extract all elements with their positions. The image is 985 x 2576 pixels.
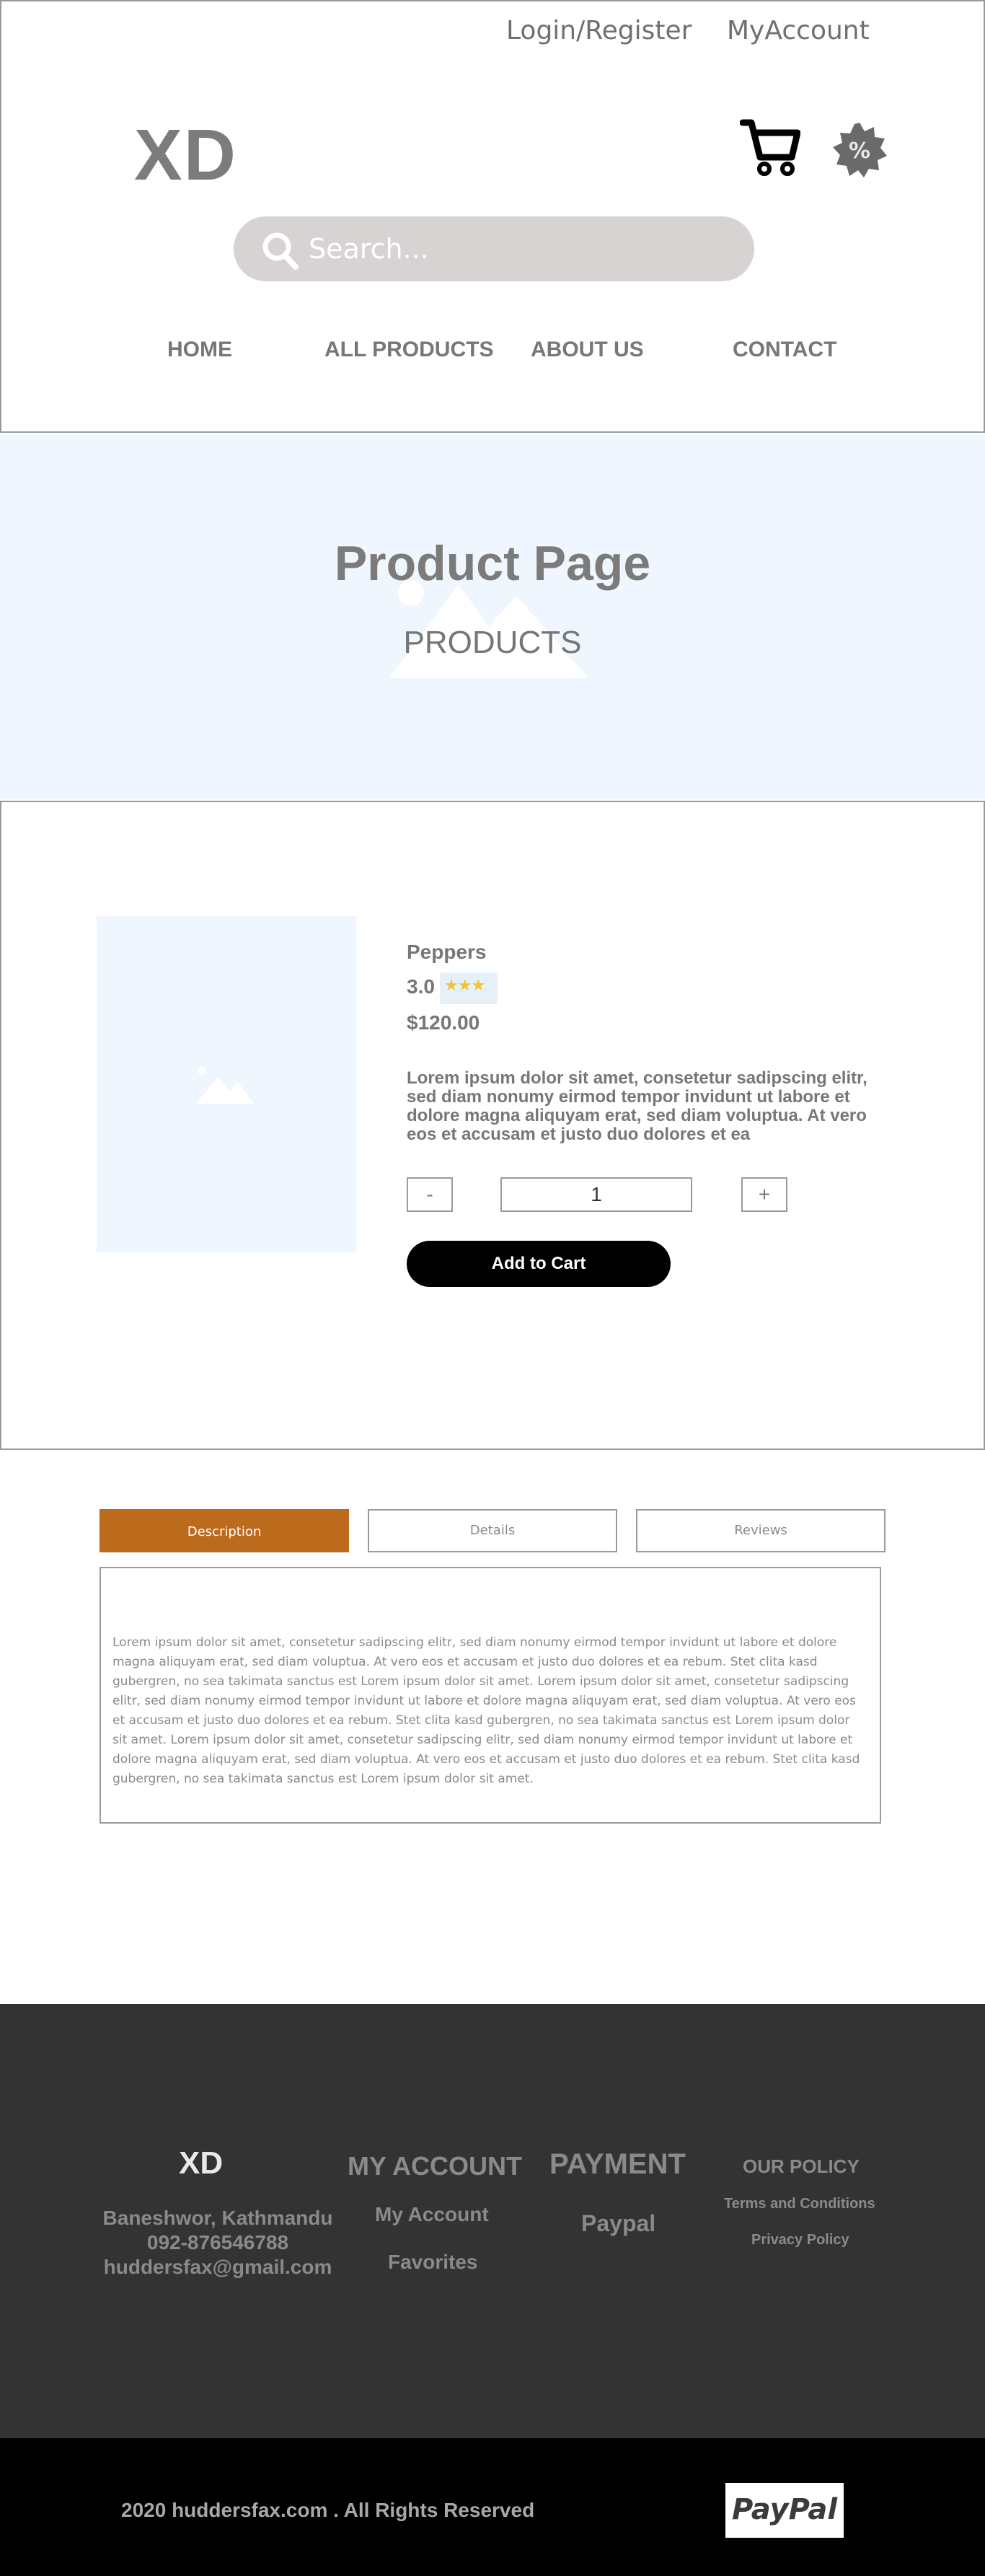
cart-icon[interactable] bbox=[740, 115, 800, 177]
product-rating: 3.0 bbox=[407, 975, 435, 998]
footer-link-terms[interactable]: Terms and Conditions bbox=[724, 2196, 875, 2212]
footer-phone: 092-876546788 bbox=[146, 2231, 289, 2254]
footer-link-my-account[interactable]: My Account bbox=[375, 2203, 489, 2226]
footer-contact: Baneshwor, Kathmandu 092-876546788 hudde… bbox=[95, 2206, 340, 2280]
login-register-link[interactable]: Login/Register bbox=[506, 16, 692, 45]
product-name: Peppers bbox=[407, 941, 487, 963]
product-description: Lorem ipsum dolor sit amet, consetetur s… bbox=[407, 1068, 867, 1144]
tab-description[interactable]: Description bbox=[100, 1509, 349, 1552]
product-detail: Peppers 3.0 ★★★ $120.00 Lorem ipsum dolo… bbox=[0, 801, 985, 1450]
add-to-cart-button[interactable]: Add to Cart bbox=[407, 1241, 671, 1287]
nav-all-products[interactable]: ALL PRODUCTS bbox=[324, 338, 493, 362]
footer-link-favorites[interactable]: Favorites bbox=[388, 2251, 478, 2274]
site-header: XD % HOME ALL PRODUCTS ABOUT US CONTACT bbox=[0, 56, 985, 433]
footer-payment-title: PAYMENT bbox=[549, 2148, 686, 2180]
paypal-logo-text: PayPal bbox=[731, 2493, 838, 2526]
image-placeholder-icon bbox=[196, 1066, 254, 1104]
product-price: $120.00 bbox=[407, 1011, 480, 1034]
search-bar[interactable] bbox=[234, 216, 754, 281]
top-bar: Login/Register MyAccount bbox=[0, 0, 985, 58]
footer-logo: XD bbox=[179, 2145, 224, 2181]
footer-link-privacy[interactable]: Privacy Policy bbox=[751, 2232, 849, 2248]
nav-home[interactable]: HOME bbox=[167, 338, 232, 362]
page-subtitle: PRODUCTS bbox=[403, 625, 582, 660]
product-image bbox=[97, 916, 356, 1252]
footer-link-paypal[interactable]: Paypal bbox=[581, 2210, 655, 2237]
site-footer: XD Baneshwor, Kathmandu 092-876546788 hu… bbox=[0, 2004, 985, 2438]
my-account-link[interactable]: MyAccount bbox=[727, 16, 870, 45]
nav-about-us[interactable]: ABOUT US bbox=[531, 338, 644, 362]
percent-badge-icon[interactable]: % bbox=[831, 121, 888, 179]
star-icon: ★★★ bbox=[444, 977, 485, 995]
tab-reviews[interactable]: Reviews bbox=[636, 1509, 885, 1552]
page-hero: Product Page PRODUCTS bbox=[0, 434, 985, 799]
svg-text:%: % bbox=[849, 139, 870, 164]
footer-policy-title: OUR POLICY bbox=[743, 2155, 860, 2177]
paypal-logo: PayPal bbox=[725, 2483, 844, 2538]
page-title: Product Page bbox=[334, 536, 651, 591]
quantity-decrease-button[interactable]: - bbox=[407, 1177, 453, 1212]
tab-details[interactable]: Details bbox=[368, 1509, 617, 1552]
footer-address: Baneshwor, Kathmandu bbox=[102, 2207, 333, 2229]
nav-contact[interactable]: CONTACT bbox=[733, 338, 836, 362]
quantity-increase-button[interactable]: + bbox=[741, 1177, 787, 1212]
copyright-text: 2020 huddersfax.com . All Rights Reserve… bbox=[121, 2499, 535, 2521]
quantity-input[interactable] bbox=[500, 1177, 692, 1212]
footer-my-account-title: MY ACCOUNT bbox=[348, 2151, 522, 2181]
footer-email: huddersfax@gmail.com bbox=[103, 2256, 332, 2278]
tab-content-text: Lorem ipsum dolor sit amet, consetetur s… bbox=[112, 1635, 860, 1786]
search-input[interactable] bbox=[309, 227, 712, 271]
bottom-bar: 2020 huddersfax.com . All Rights Reserve… bbox=[0, 2438, 985, 2576]
search-icon[interactable] bbox=[260, 229, 300, 270]
rating-stars: ★★★ bbox=[440, 972, 498, 1004]
site-logo[interactable]: XD bbox=[134, 114, 237, 197]
tab-content-panel: Lorem ipsum dolor sit amet, consetetur s… bbox=[100, 1567, 881, 1824]
